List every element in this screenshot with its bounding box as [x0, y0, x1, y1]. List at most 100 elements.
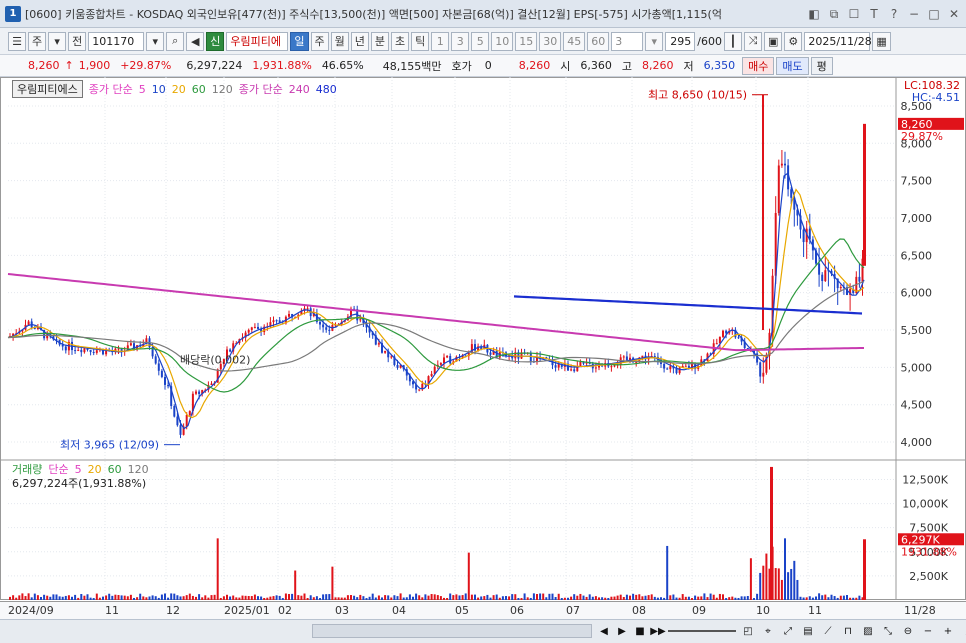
volume-bar [185, 595, 188, 600]
buy-button[interactable]: 매수 [742, 56, 775, 75]
search-icon[interactable]: ⌕ [166, 31, 185, 51]
volume-bar [170, 593, 173, 600]
volume-bar [852, 597, 855, 600]
expand-icon[interactable]: ⤓ [960, 623, 966, 639]
period-main-select[interactable]: 주 [28, 31, 47, 51]
help-icon[interactable]: ? [886, 6, 902, 22]
close-icon[interactable]: ✕ [946, 6, 962, 22]
volume-bar [43, 594, 46, 600]
legend-vol-ma5: 5 [74, 462, 82, 476]
period-second-tab[interactable]: 초 [391, 31, 410, 51]
volume-bar [849, 597, 852, 600]
magnet-icon[interactable]: ⊓ [840, 623, 856, 639]
prev-button[interactable]: 전 [68, 31, 87, 51]
volume-bar [61, 596, 64, 600]
volume-bar [629, 595, 631, 600]
analysis-icon[interactable]: ⤡ [880, 623, 896, 639]
volume-bar [381, 597, 383, 600]
volume-bar [746, 595, 749, 600]
candle-body [601, 365, 604, 367]
volume-bar [353, 595, 356, 600]
legend-stock-name[interactable]: 우림피티에스 [12, 80, 83, 98]
chart-canvas[interactable]: 4,000 4,500 5,000 5,500 6,000 6,500 7,000 7,500… [0, 77, 966, 600]
period-week-tab[interactable]: 주 [310, 31, 329, 51]
custom-dropdown-icon[interactable]: ▾ [645, 31, 664, 51]
period-tick-tab[interactable]: 틱 [411, 31, 430, 51]
zoom-slider[interactable] [668, 630, 736, 632]
minute-option-30[interactable]: 30 [539, 31, 562, 51]
minute-option-45[interactable]: 45 [563, 31, 586, 51]
drawing-icon[interactable]: ⤢ [780, 623, 796, 639]
x-label-11: 11 [105, 604, 119, 617]
minute-option-5[interactable]: 5 [471, 31, 490, 51]
quote-bar: 8,260 ↑ 1,900 +29.87% 6,297,224 1,931.88… [0, 55, 966, 77]
minute-option-60[interactable]: 60 [587, 31, 610, 51]
text-icon[interactable]: T [866, 6, 882, 22]
volume-bar [408, 594, 411, 600]
volume-bar [774, 568, 777, 600]
candle-type-icon[interactable]: ┃ [723, 31, 742, 51]
date-input[interactable]: 2025/11/28 [804, 31, 872, 51]
volume-bar [777, 568, 780, 600]
volume-bar [474, 594, 476, 600]
ruler-icon[interactable]: ⟋ [820, 623, 836, 639]
stop-icon[interactable]: ■ [632, 623, 648, 639]
minute-option-3[interactable]: 3 [451, 31, 470, 51]
restore-icon[interactable]: ⧉ [826, 6, 842, 22]
period-month-tab[interactable]: 월 [330, 31, 349, 51]
chart-type-icon[interactable]: ◰ [740, 623, 756, 639]
volume-bar [799, 596, 802, 600]
menu-icon[interactable]: ☰ [8, 31, 26, 51]
volume-bar [619, 594, 622, 600]
candle-body [306, 308, 309, 310]
zoom-out-icon[interactable]: − [920, 623, 936, 639]
code-dropdown-icon[interactable]: ▾ [146, 31, 165, 51]
minute-option-15[interactable]: 15 [515, 31, 538, 51]
data-count-input[interactable]: 295 [665, 31, 696, 51]
minimize-icon[interactable]: − [906, 6, 922, 22]
zoom-in-icon[interactable]: + [940, 623, 956, 639]
volume-bar [433, 594, 436, 600]
link-icon[interactable]: ◧ [806, 6, 822, 22]
window-maximize-icon[interactable]: □ [926, 6, 942, 22]
period-day-tab[interactable]: 일 [290, 31, 309, 51]
sound-icon[interactable]: ◀ [186, 31, 205, 51]
volume-bar [842, 595, 845, 600]
volume-bar [455, 594, 458, 600]
volume-bar [675, 597, 678, 600]
stock-name-field[interactable]: 우림피티에 [226, 31, 289, 51]
calendar-icon[interactable]: ▦ [872, 31, 891, 51]
volume-bar [27, 593, 30, 600]
play-icon[interactable]: ▶ [614, 623, 630, 639]
candle-body [725, 330, 728, 334]
stock-code-input[interactable]: 101170 [88, 31, 145, 51]
horizontal-scrollbar[interactable] [312, 624, 592, 638]
indicator-icon[interactable]: ⤨ [743, 31, 762, 51]
crosshair-icon[interactable]: ⌖ [760, 623, 776, 639]
volume-bar [18, 595, 21, 600]
price-tick-label: 6,500 [901, 249, 933, 262]
x-label-06: 06 [510, 604, 524, 617]
pattern-icon[interactable]: ▨ [860, 623, 876, 639]
period-year-tab[interactable]: 년 [350, 31, 369, 51]
candle-body [377, 343, 380, 345]
settings-gear-icon[interactable]: ⚙ [784, 31, 803, 51]
layout-icon[interactable]: ▤ [800, 623, 816, 639]
chart-area[interactable]: 4,000 4,500 5,000 5,500 6,000 6,500 7,000 7,500… [0, 77, 966, 600]
reset-zoom-icon[interactable]: ⊖ [900, 623, 916, 639]
save-icon[interactable]: ▣ [763, 31, 783, 51]
dropdown-chevron-icon[interactable]: ▾ [48, 31, 67, 51]
eval-button[interactable]: 평 [810, 56, 833, 75]
maximize-icon[interactable]: ☐ [846, 6, 862, 22]
period-minute-tab[interactable]: 분 [370, 31, 389, 51]
volume-bar [855, 597, 858, 600]
x-label-12: 12 [166, 604, 180, 617]
volume-bar [796, 579, 799, 600]
scroll-left-icon[interactable]: ◀ [596, 623, 612, 639]
minute-option-1[interactable]: 1 [431, 31, 450, 51]
sell-button[interactable]: 매도 [776, 56, 809, 75]
candle-body [762, 372, 765, 377]
fast-forward-icon[interactable]: ▶▶ [650, 623, 666, 639]
custom-period-input[interactable]: 3 [611, 31, 644, 51]
minute-option-10[interactable]: 10 [491, 31, 514, 51]
